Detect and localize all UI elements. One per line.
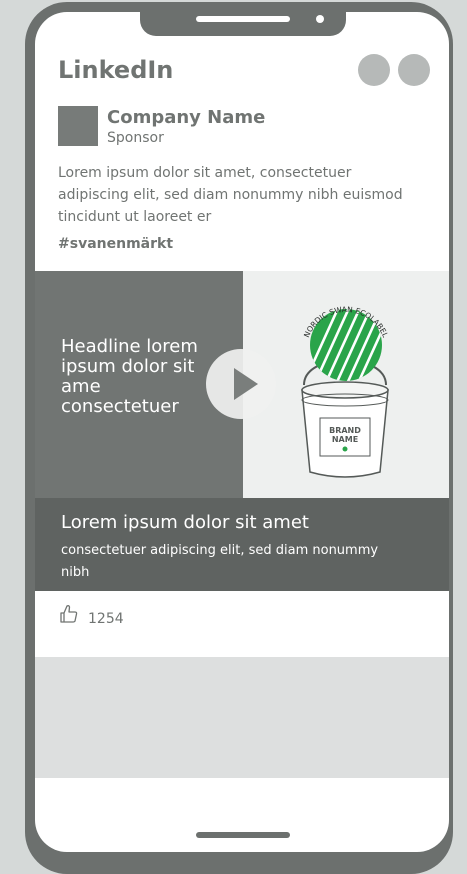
brand-name-line2: NAME — [332, 435, 358, 444]
company-logo[interactable] — [58, 106, 98, 146]
app-title: LinkedIn — [58, 56, 174, 84]
video-headline: Headline lorem ipsum dolor sit ame conse… — [61, 336, 198, 417]
product-bucket-image: BRAND NAME NORDIC SWAN ECOLABEL — [301, 305, 390, 478]
like-count: 1254 — [88, 611, 124, 627]
home-indicator[interactable] — [196, 832, 290, 838]
header-circle-icon-1[interactable] — [358, 54, 390, 86]
caption-subtitle: consectetuer adipiscing elit, sed diam n… — [61, 543, 379, 580]
nordic-swan-ecolabel-icon: NORDIC SWAN ECOLABEL — [302, 305, 390, 381]
caption-title: Lorem ipsum dolor sit amet — [61, 512, 309, 533]
brand-name-line1: BRAND — [329, 426, 361, 435]
camera-dot — [316, 15, 324, 23]
thumbs-up-icon[interactable] — [59, 604, 79, 624]
post-body-text: Lorem ipsum dolor sit amet, consectetuer… — [58, 165, 403, 225]
play-icon — [234, 368, 258, 400]
feed-placeholder-area — [35, 657, 449, 778]
company-name[interactable]: Company Name — [107, 107, 265, 128]
header-circle-icon-2[interactable] — [398, 54, 430, 86]
sponsor-label: Sponsor — [107, 130, 164, 146]
hashtag-link[interactable]: #svanenmärkt — [58, 236, 173, 252]
speaker-bar — [196, 16, 290, 22]
